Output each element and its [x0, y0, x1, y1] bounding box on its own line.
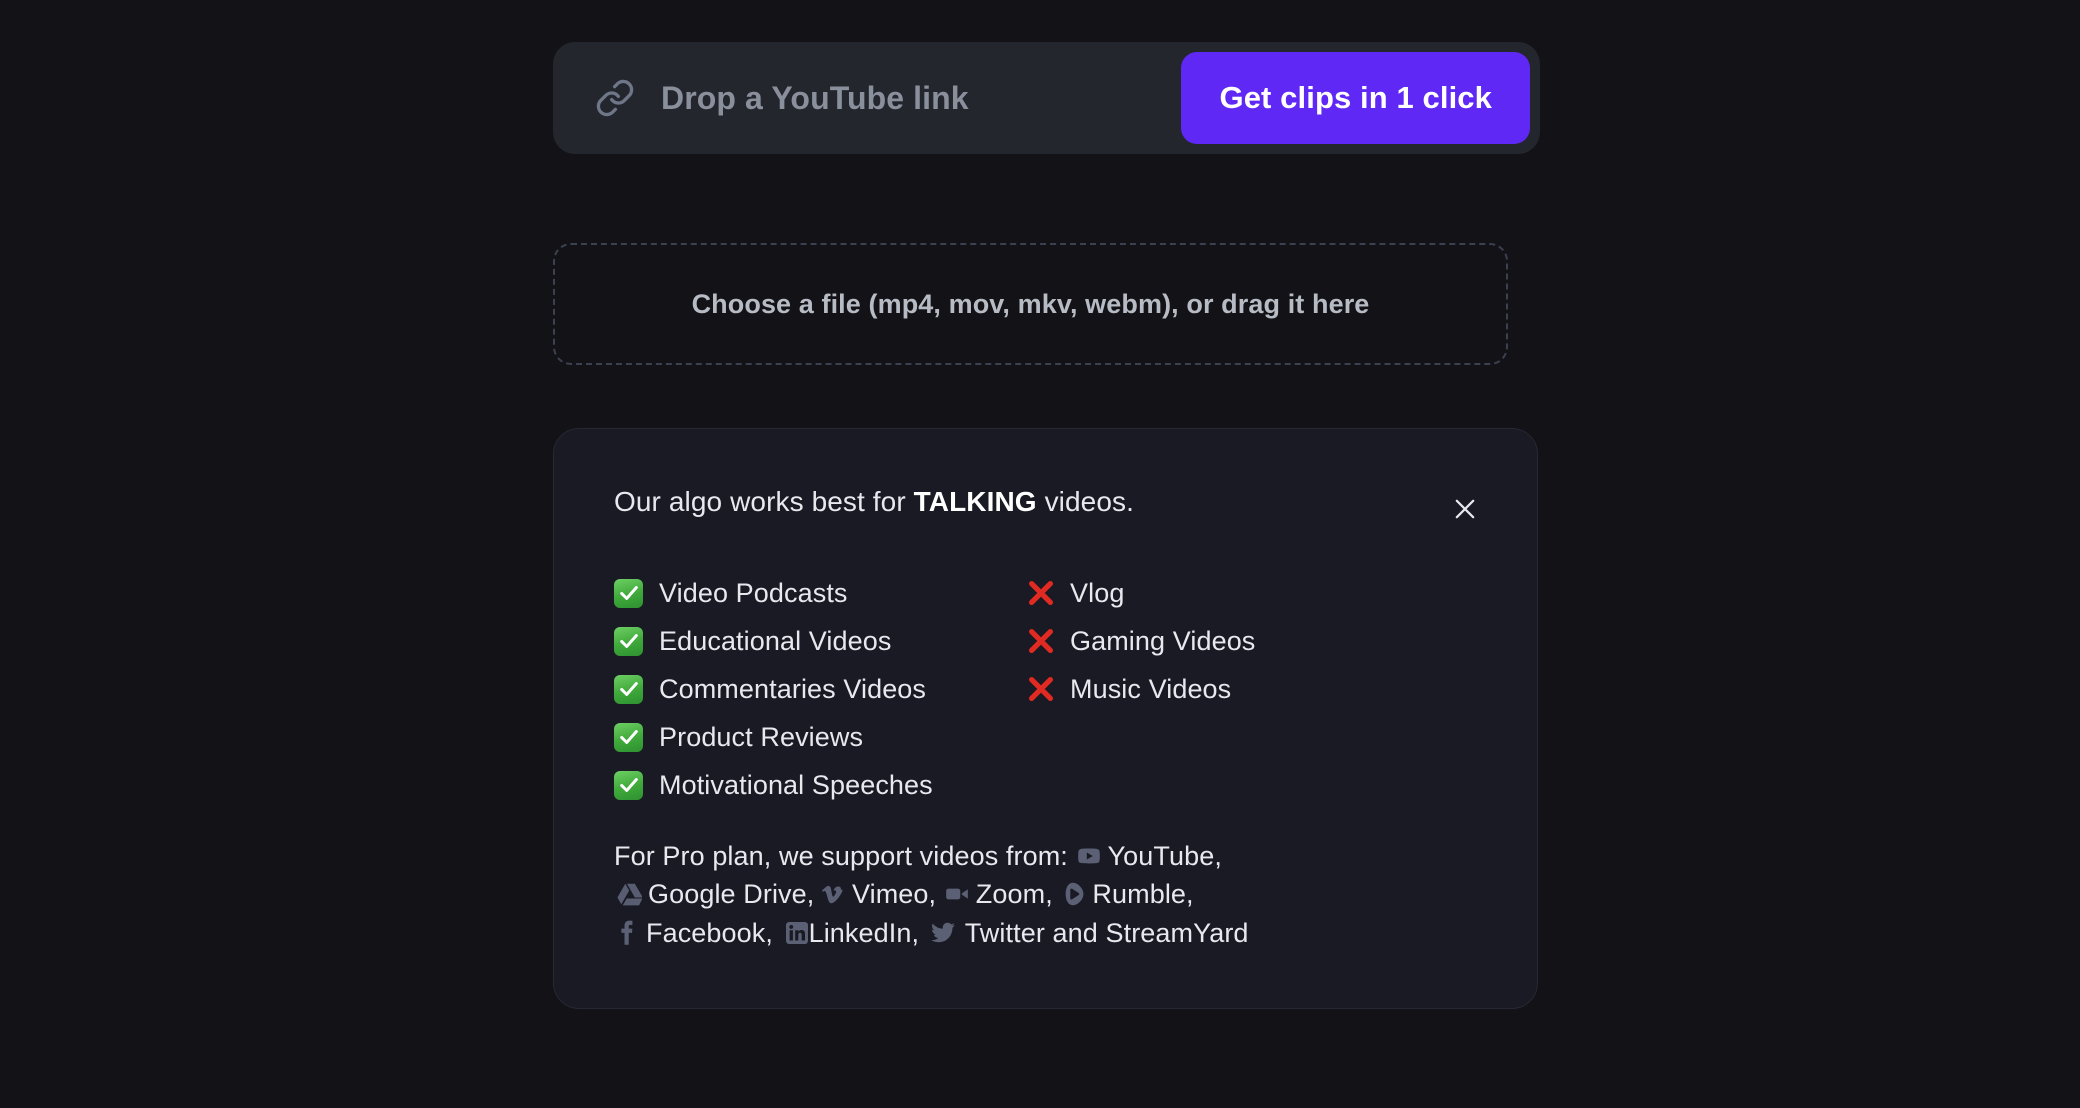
platform-name: YouTube — [1107, 841, 1215, 871]
vimeo-icon — [822, 881, 844, 907]
check-icon — [614, 578, 643, 608]
platform-vimeo: Vimeo — [822, 879, 929, 909]
close-card-button[interactable] — [1445, 489, 1485, 529]
app-root: Get clips in 1 click Choose a file (mp4,… — [0, 0, 2080, 1108]
platform-name: Zoom — [975, 879, 1046, 910]
pro-plan-tail: and StreamYard — [1052, 917, 1249, 948]
list-item-label: Motivational Speeches — [659, 769, 933, 800]
list-item-label: Product Reviews — [659, 721, 864, 752]
check-icon — [614, 674, 643, 704]
card-title-prefix: Our algo works best for — [614, 486, 914, 517]
unsupported-video-types: Vlog Gaming Videos Music Videos — [1026, 569, 1477, 809]
check-icon — [614, 722, 643, 752]
get-clips-button[interactable]: Get clips in 1 click — [1181, 52, 1530, 144]
close-icon — [1455, 499, 1475, 519]
cross-icon — [1026, 674, 1056, 704]
video-type-lists: Video Podcasts Educational Videos Commen… — [614, 569, 1477, 809]
list-item-label: Video Podcasts — [659, 577, 848, 608]
google-drive-icon — [616, 881, 642, 907]
card-title-emphasis: TALKING — [913, 486, 1037, 517]
list-item: Music Videos — [1026, 665, 1477, 713]
linkedin-icon — [785, 921, 809, 945]
youtube-link-bar[interactable]: Get clips in 1 click — [553, 42, 1540, 154]
platform-name: Google Drive — [648, 879, 807, 910]
platform-youtube: YouTube — [1076, 841, 1215, 871]
cross-icon — [1026, 626, 1056, 656]
list-item: Gaming Videos — [1026, 617, 1477, 665]
link-icon — [595, 78, 635, 118]
rumble-icon — [1060, 881, 1086, 907]
list-item-label: Vlog — [1070, 577, 1125, 608]
card-header: Our algo works best for TALKING videos. — [614, 485, 1477, 529]
check-icon — [614, 770, 643, 800]
sep: , — [806, 879, 815, 910]
platform-linkedin: LinkedIn — [781, 918, 912, 948]
supported-video-types: Video Podcasts Educational Videos Commen… — [614, 569, 1026, 809]
list-item: Educational Videos — [614, 617, 1026, 665]
platform-name: Twitter — [964, 917, 1045, 948]
sep: , — [1214, 841, 1222, 871]
facebook-icon — [618, 920, 636, 946]
pro-plan-note: For Pro plan, we support videos from: Yo… — [614, 837, 1294, 952]
platform-name: Rumble — [1092, 879, 1187, 910]
card-title: Our algo works best for TALKING videos. — [614, 485, 1134, 519]
platform-zoom: Zoom — [944, 879, 1045, 909]
list-item-label: Educational Videos — [659, 625, 892, 656]
platform-google-drive: Google Drive — [614, 879, 807, 909]
list-item-label: Commentaries Videos — [659, 673, 927, 704]
zoom-icon — [944, 881, 970, 907]
twitter-icon — [929, 920, 957, 946]
platform-name: Facebook — [646, 917, 766, 948]
cross-icon — [1026, 578, 1056, 608]
sep: , — [928, 879, 937, 910]
list-item: Motivational Speeches — [614, 761, 1026, 809]
check-icon — [614, 626, 643, 656]
list-item: Commentaries Videos — [614, 665, 1026, 713]
platform-name: Vimeo — [852, 879, 929, 910]
card-title-suffix: videos. — [1036, 486, 1134, 517]
pro-plan-lead: For Pro plan, we support videos from: — [614, 841, 1068, 871]
platform-rumble: Rumble — [1060, 879, 1186, 909]
file-dropzone-label: Choose a file (mp4, mov, mkv, webm), or … — [691, 288, 1370, 319]
list-item: Vlog — [1026, 569, 1477, 617]
list-item: Video Podcasts — [614, 569, 1026, 617]
platform-twitter: Twitter — [927, 918, 1045, 948]
list-item-label: Music Videos — [1070, 673, 1232, 704]
platform-name: LinkedIn — [808, 917, 912, 948]
sep: , — [1045, 879, 1053, 910]
algo-info-card: Our algo works best for TALKING videos. … — [553, 428, 1538, 1009]
sep: , — [911, 917, 920, 948]
sep: , — [1186, 879, 1194, 910]
file-dropzone[interactable]: Choose a file (mp4, mov, mkv, webm), or … — [553, 243, 1508, 365]
platform-facebook: Facebook — [614, 918, 765, 948]
list-item: Product Reviews — [614, 713, 1026, 761]
list-item-label: Gaming Videos — [1070, 625, 1256, 656]
youtube-icon — [1076, 843, 1102, 869]
sep: , — [765, 917, 773, 948]
